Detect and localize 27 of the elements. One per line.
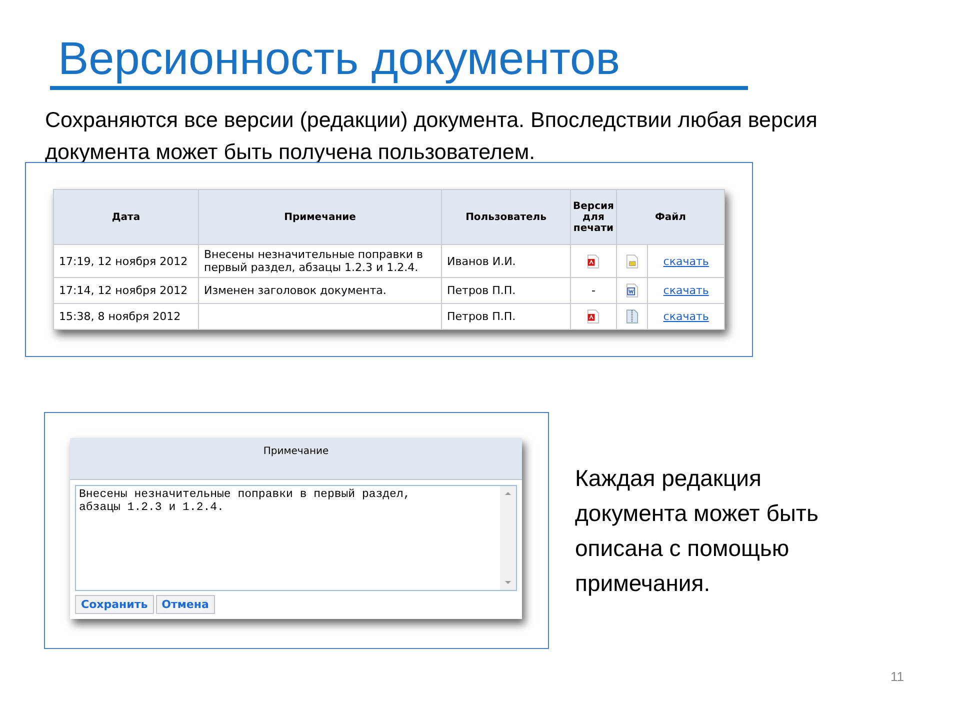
dialog-button[interactable]: Отмена bbox=[156, 595, 215, 614]
table-cell: - bbox=[591, 284, 596, 297]
side-text: Каждая редакция документа может быть описана с помощью примечания. bbox=[575, 464, 820, 598]
document-icon[interactable] bbox=[626, 283, 638, 298]
intro-text: Сохраняются все версии (редакции) документа. Впоследствии любая версия документа может быть получена пользователем. bbox=[45, 107, 818, 166]
table-cell: 17:19, 12 ноября 2012 bbox=[54, 244, 198, 278]
column-header: Дата bbox=[54, 190, 198, 244]
dialog-title: Примечание bbox=[263, 446, 329, 459]
dialog-button[interactable]: Сохранить bbox=[75, 595, 154, 614]
table-cell: 15:38, 8 ноября 2012 bbox=[54, 304, 198, 330]
page-number: 11 bbox=[890, 669, 904, 684]
column-header: Файл bbox=[616, 190, 724, 244]
column-header: Пользователь bbox=[442, 190, 570, 244]
pdf-icon[interactable] bbox=[587, 254, 600, 268]
pdf-icon[interactable] bbox=[587, 309, 600, 324]
slide-title: Версионность документов bbox=[58, 31, 620, 86]
note-field[interactable]: Внесены незначительные поправки в первый раздел, абзацы 1.2.3 и 1.2.4. bbox=[75, 485, 517, 591]
archive-icon[interactable] bbox=[626, 309, 638, 324]
table-cell: 17:14, 12 ноября 2012 bbox=[54, 278, 198, 304]
table-cell: Изменен заголовок документа. bbox=[198, 278, 442, 304]
table-cell: Внесены незначительные поправки в первый раздел, абзацы 1.2.3 и 1.2.4. bbox=[198, 244, 442, 278]
column-header: Примечание bbox=[198, 190, 442, 244]
table-cell: Петров П.П. bbox=[442, 278, 570, 304]
table-cell: Иванов И.И. bbox=[442, 244, 570, 278]
scrollbar[interactable] bbox=[500, 486, 516, 590]
column-header: Версия для печати bbox=[570, 190, 616, 244]
table-cell: Петров П.П. bbox=[442, 304, 570, 330]
